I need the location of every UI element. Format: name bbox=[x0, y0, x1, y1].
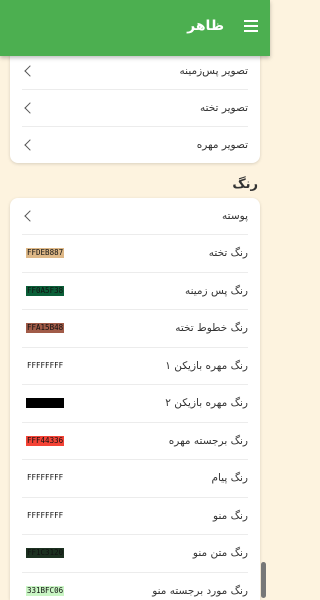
color-setting-item[interactable]: رنگ متن منو FF1C3120 bbox=[22, 535, 248, 573]
setting-item-label: تصویر تخته bbox=[199, 102, 248, 114]
chevron-left-icon bbox=[24, 102, 36, 114]
color-setting-item[interactable]: رنگ برجسته مهره FFF44336 bbox=[22, 423, 248, 460]
color-setting-item[interactable]: رنگ تخته FFDEB887 bbox=[22, 235, 248, 273]
color-swatch: FFA15B48 bbox=[26, 323, 64, 334]
color-swatch: FFDEB887 bbox=[26, 248, 64, 259]
color-setting-label: رنگ متن منو bbox=[192, 547, 248, 560]
color-setting-label: رنگ پس زمینه bbox=[184, 284, 248, 297]
color-swatch: FFFFFFFF bbox=[26, 510, 64, 521]
color-swatch: 331BFC06 bbox=[26, 586, 64, 597]
color-setting-label: رنگ مورد برجسته منو bbox=[152, 585, 248, 598]
color-setting-label: رنگ مهره بازیکن ۱ bbox=[165, 359, 248, 372]
chevron-left-icon bbox=[24, 139, 36, 151]
color-swatch: FF0A5F38 bbox=[26, 285, 64, 296]
scrollbar[interactable] bbox=[261, 562, 266, 598]
chevron-left-icon bbox=[24, 210, 36, 222]
color-setting-label: رنگ پیام bbox=[211, 472, 248, 485]
hamburger-menu-icon[interactable] bbox=[244, 20, 258, 34]
setting-item-background-image[interactable]: تصویر پس‌زمینه bbox=[22, 52, 248, 90]
color-setting-item[interactable]: رنگ پس زمینه FF0A5F38 bbox=[22, 273, 248, 310]
color-setting-item[interactable]: رنگ مهره بازیکن ۱ FFFFFFFF bbox=[22, 348, 248, 385]
color-setting-item[interactable]: رنگ خطوط تخته FFA15B48 bbox=[22, 310, 248, 348]
color-swatch: FF1C3120 bbox=[26, 548, 64, 559]
color-setting-item[interactable]: رنگ پیام FFFFFFFF bbox=[22, 460, 248, 498]
color-setting-label: رنگ مهره بازیکن ۲ bbox=[165, 397, 248, 410]
page-title: ظاهر bbox=[187, 18, 224, 34]
color-setting-label: رنگ برجسته مهره bbox=[168, 434, 248, 447]
setting-item-skin[interactable]: پوسته bbox=[22, 198, 248, 235]
setting-item-piece-image[interactable]: تصویر مهره bbox=[22, 127, 248, 163]
color-swatch: FFFFFFFF bbox=[26, 360, 64, 371]
setting-item-label: تصویر پس‌زمینه bbox=[179, 64, 248, 77]
app-bar: ظاهر bbox=[0, 0, 270, 56]
color-setting-item[interactable]: رنگ منو FFFFFFFF bbox=[22, 498, 248, 535]
colors-card: پوسته رنگ تخته FFDEB887 رنگ پس زمینه FF0A5F… bbox=[10, 198, 260, 600]
setting-item-label: تصویر مهره bbox=[196, 139, 248, 151]
color-setting-label: رنگ خطوط تخته bbox=[175, 322, 248, 335]
setting-item-label: پوسته bbox=[222, 210, 248, 222]
section-title-colors: رنگ bbox=[232, 177, 258, 192]
color-setting-label: رنگ منو bbox=[213, 509, 248, 522]
chevron-left-icon bbox=[24, 64, 36, 77]
images-card: تصویر پس‌زمینه تصویر تخته تصویر مهره bbox=[10, 50, 260, 163]
color-swatch bbox=[26, 398, 64, 409]
color-swatch: FFFFFFFF bbox=[26, 473, 64, 484]
color-setting-item[interactable]: رنگ مورد برجسته منو 331BFC06 bbox=[22, 573, 248, 600]
color-swatch: FFF44336 bbox=[26, 435, 64, 446]
setting-item-board-image[interactable]: تصویر تخته bbox=[22, 90, 248, 127]
color-setting-item[interactable]: رنگ مهره بازیکن ۲ bbox=[22, 385, 248, 423]
color-setting-label: رنگ تخته bbox=[208, 247, 248, 260]
